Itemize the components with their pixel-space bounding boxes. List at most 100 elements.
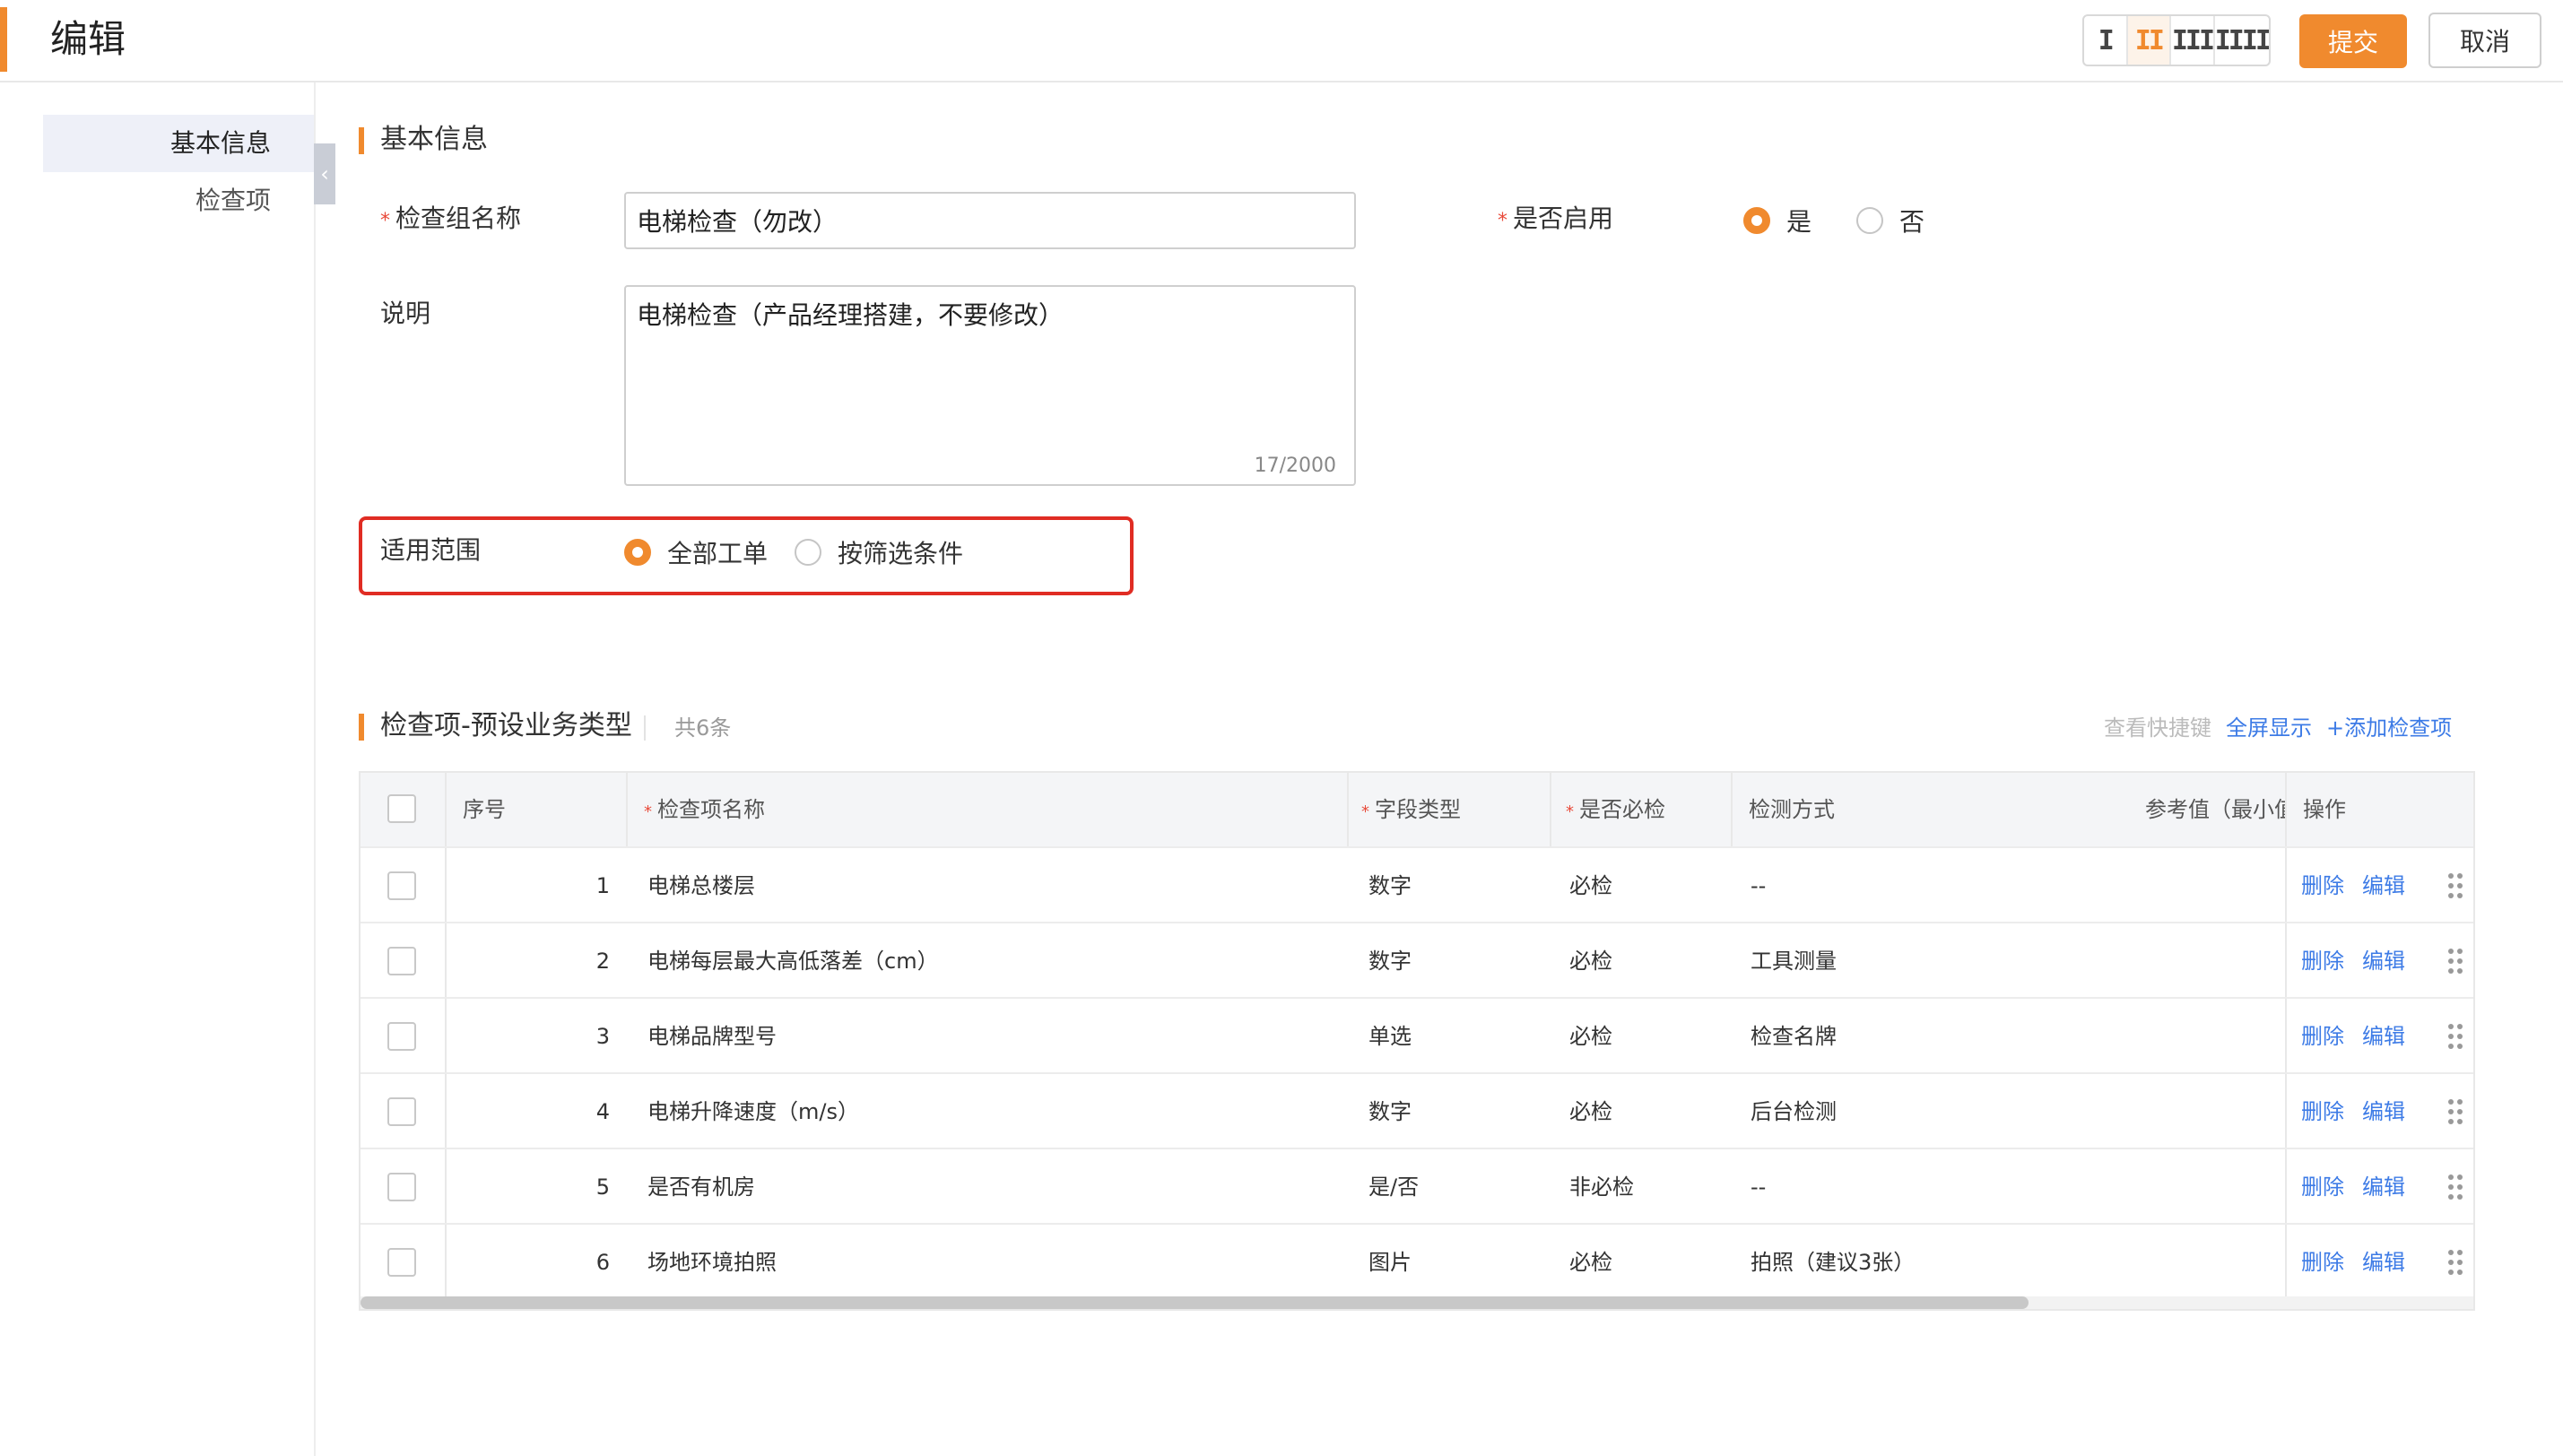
row-name: 场地环境拍照 [647,1250,777,1275]
row-edit-link[interactable]: 编辑 [2362,999,2405,1074]
section-title-text: 基本信息 [380,124,488,155]
enabled-option-yes-label: 是 [1786,207,1812,237]
table-row[interactable]: 5 是否有机房 是/否 非必检 -- 删除 编辑 [361,1148,2473,1225]
row-edit-link[interactable]: 编辑 [2362,848,2405,923]
cancel-button[interactable]: 取消 [2428,13,2541,68]
shortcut-keys-link[interactable]: 查看快捷键 [2104,710,2211,746]
col-header-method: 检测方式 [1749,797,1835,822]
required-mark: * [1566,802,1574,821]
drag-handle-icon[interactable] [2448,1024,2463,1051]
layout-4-column-button[interactable]: IIII [2215,16,2269,65]
row-delete-link[interactable]: 删除 [2301,923,2344,999]
radio-checked-icon [624,539,651,566]
layout-1-column-button[interactable]: I [2084,16,2128,65]
drag-handle-icon[interactable] [2448,1099,2463,1126]
section-accent-bar [359,714,364,741]
sidebar-item-check-items[interactable]: 检查项 [43,172,314,230]
section-title-items: 检查项-预设业务类型 [359,708,632,744]
layout-3-column-button[interactable]: III [2171,16,2215,65]
section-accent-bar [359,127,364,154]
row-method: 工具测量 [1751,949,1837,974]
col-header-actions: 操作 [2303,797,2346,822]
row-checkbox[interactable] [387,1173,416,1201]
required-mark: * [380,210,390,232]
enabled-label: * 是否启用 [1498,201,1613,239]
sidebar-collapse-button[interactable]: ‹ [314,143,335,204]
row-no: 6 [595,1250,610,1275]
table-row[interactable]: 6 场地环境拍照 图片 必检 拍照（建议3张） 删除 编辑 [361,1223,2473,1300]
row-delete-link[interactable]: 删除 [2301,1225,2344,1300]
drag-handle-icon[interactable] [2448,1174,2463,1201]
scope-option-filter-label: 按筛选条件 [838,539,964,568]
row-type: 图片 [1368,1250,1412,1275]
row-delete-link[interactable]: 删除 [2301,999,2344,1074]
submit-button[interactable]: 提交 [2299,14,2407,68]
scope-radio-by-filter[interactable]: 按筛选条件 [795,534,963,570]
select-all-checkbox[interactable] [387,794,416,823]
page-header: 编辑 I II III IIII 提交 取消 [0,0,2563,82]
row-delete-link[interactable]: 删除 [2301,1074,2344,1149]
row-type: 数字 [1368,949,1412,974]
row-edit-link[interactable]: 编辑 [2362,1225,2405,1300]
section-title-items-text: 检查项-预设业务类型 [380,710,632,741]
row-delete-link[interactable]: 删除 [2301,1149,2344,1225]
row-checkbox[interactable] [387,1097,416,1126]
col-header-no: 序号 [463,797,506,822]
row-method: -- [1751,1174,1767,1200]
horizontal-scrollbar-thumb[interactable] [361,1296,2029,1309]
scope-radio-all-orders[interactable]: 全部工单 [624,534,768,570]
enabled-radio-yes[interactable]: 是 [1743,203,1811,238]
col-header-required-text: 是否必检 [1579,797,1665,822]
row-required: 必检 [1569,1099,1612,1124]
row-name: 电梯每层最大高低落差（cm） [647,949,939,974]
column-divider [1347,773,1349,846]
drag-handle-icon[interactable] [2448,873,2463,900]
row-no: 5 [595,1174,610,1200]
table-row[interactable]: 4 电梯升降速度（m/s） 数字 必检 后台检测 删除 编辑 [361,1072,2473,1149]
row-method: 后台检测 [1751,1099,1837,1124]
row-delete-link[interactable]: 删除 [2301,848,2344,923]
description-value: 电梯检查（产品经理搭建，不要修改） [637,300,1064,330]
column-divider [626,773,628,846]
row-edit-link[interactable]: 编辑 [2362,1074,2405,1149]
drag-handle-icon[interactable] [2448,949,2463,975]
table-row[interactable]: 1 电梯总楼层 数字 必检 -- 删除 编辑 [361,846,2473,923]
layout-2-column-button[interactable]: II [2127,16,2172,65]
row-method: -- [1751,873,1767,898]
row-required: 必检 [1569,873,1612,898]
column-divider [1550,773,1551,846]
row-no: 4 [595,1099,610,1124]
scope-option-all-label: 全部工单 [667,539,769,568]
col-header-type: * 字段类型 [1361,773,1461,846]
row-type: 数字 [1368,873,1412,898]
table-row[interactable]: 2 电梯每层最大高低落差（cm） 数字 必检 工具测量 删除 编辑 [361,922,2473,999]
group-name-input[interactable]: 电梯检查（勿改） [624,192,1356,249]
description-char-counter: 17/2000 [1254,455,1336,477]
row-edit-link[interactable]: 编辑 [2362,923,2405,999]
col-header-reference: 参考值（最小值 [2145,797,2285,822]
enabled-option-no-label: 否 [1899,207,1925,237]
add-check-item-link[interactable]: +添加检查项 [2326,710,2452,746]
required-mark: * [1361,802,1369,821]
fullscreen-link[interactable]: 全屏显示 [2226,710,2312,746]
row-type: 数字 [1368,1099,1412,1124]
chevron-left-icon: ‹ [320,161,329,186]
column-layout-switch: I II III IIII [2082,14,2271,66]
row-no: 2 [595,949,610,974]
row-checkbox[interactable] [387,1248,416,1277]
row-edit-link[interactable]: 编辑 [2362,1149,2405,1225]
table-row[interactable]: 3 电梯品牌型号 单选 必检 检查名牌 删除 编辑 [361,997,2473,1074]
row-checkbox[interactable] [387,871,416,900]
items-count: 共6条 [674,715,732,741]
row-checkbox[interactable] [387,947,416,975]
row-no: 3 [595,1024,610,1049]
radio-unchecked-icon [795,539,821,566]
sidebar-item-basic-info[interactable]: 基本信息 [43,115,314,172]
row-no: 1 [595,873,610,898]
row-checkbox[interactable] [387,1022,416,1051]
row-required: 必检 [1569,1250,1612,1275]
enabled-radio-no[interactable]: 否 [1856,203,1924,238]
drag-handle-icon[interactable] [2448,1250,2463,1277]
description-textarea[interactable]: 电梯检查（产品经理搭建，不要修改） 17/2000 [624,285,1356,486]
title-divider [644,715,646,741]
